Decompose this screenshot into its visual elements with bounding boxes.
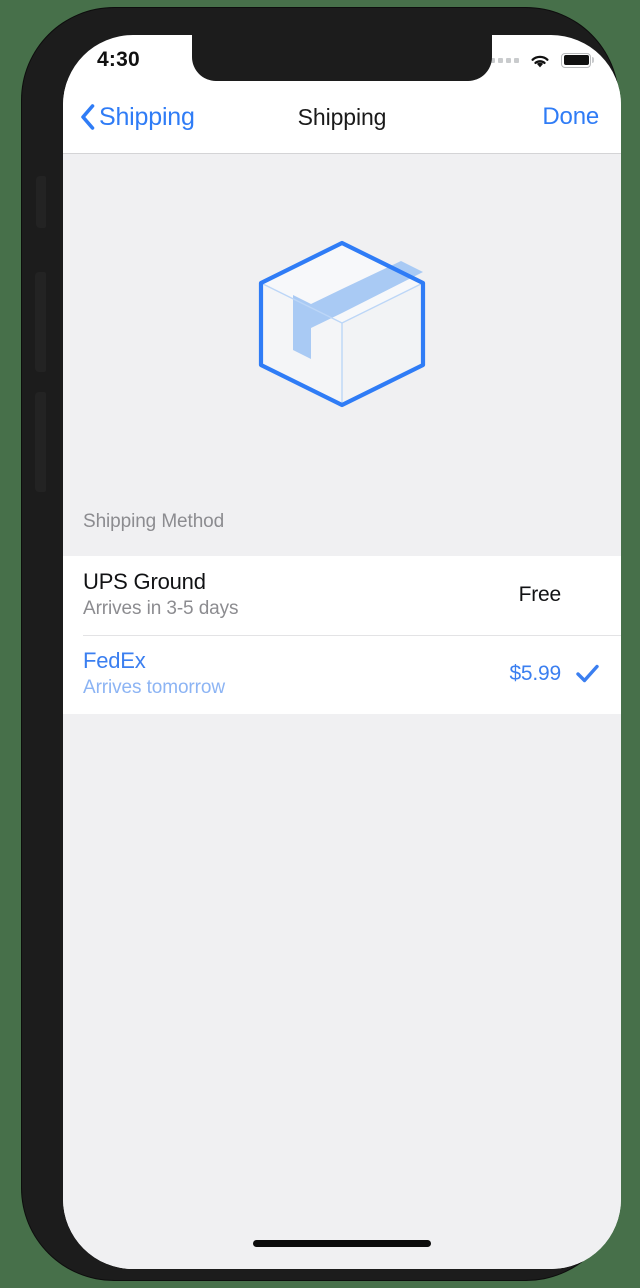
status-time: 4:30 (97, 48, 140, 71)
option-meta-group: $5.99 (509, 662, 599, 686)
package-box-icon (258, 240, 426, 408)
done-button[interactable]: Done (542, 103, 599, 131)
volume-up-button[interactable] (35, 272, 46, 372)
shipping-method-list: UPS Ground Arrives in 3-5 days Free FedE… (63, 556, 621, 714)
option-eta: Arrives tomorrow (83, 677, 225, 698)
signal-dots-icon (490, 57, 519, 63)
content-area: Shipping Method UPS Ground Arrives in 3-… (63, 154, 621, 1269)
option-price: Free (518, 582, 562, 606)
option-eta: Arrives in 3-5 days (83, 598, 239, 619)
section-header: Shipping Method (83, 511, 225, 532)
volume-down-button[interactable] (35, 392, 46, 492)
page-title: Shipping (297, 103, 387, 130)
wifi-icon (531, 55, 549, 67)
battery-icon (561, 52, 591, 68)
option-name: FedEx (83, 648, 146, 673)
hero-illustration (63, 154, 621, 494)
shipping-option-ups-ground[interactable]: UPS Ground Arrives in 3-5 days Free (63, 556, 621, 635)
display-notch (192, 35, 492, 81)
status-indicators (490, 52, 591, 69)
navigation-bar: Shipping Shipping Done (63, 81, 621, 154)
phone-screen: 4:30 Shipping Shipping Done Shipping Met… (63, 35, 621, 1269)
mute-switch[interactable] (36, 176, 46, 228)
checkmark-icon (576, 664, 599, 683)
option-text-group: UPS Ground Arrives in 3-5 days (83, 569, 239, 620)
option-text-group: FedEx Arrives tomorrow (83, 648, 225, 699)
shipping-option-fedex[interactable]: FedEx Arrives tomorrow $5.99 (63, 635, 621, 714)
phone-frame: 4:30 Shipping Shipping Done Shipping Met… (22, 8, 621, 1280)
option-price: $5.99 (509, 661, 561, 685)
option-meta-group: Free (519, 583, 599, 607)
option-name: UPS Ground (83, 569, 206, 594)
home-indicator[interactable] (253, 1240, 431, 1247)
screenshot-root: 4:30 Shipping Shipping Done Shipping Met… (0, 0, 640, 1288)
